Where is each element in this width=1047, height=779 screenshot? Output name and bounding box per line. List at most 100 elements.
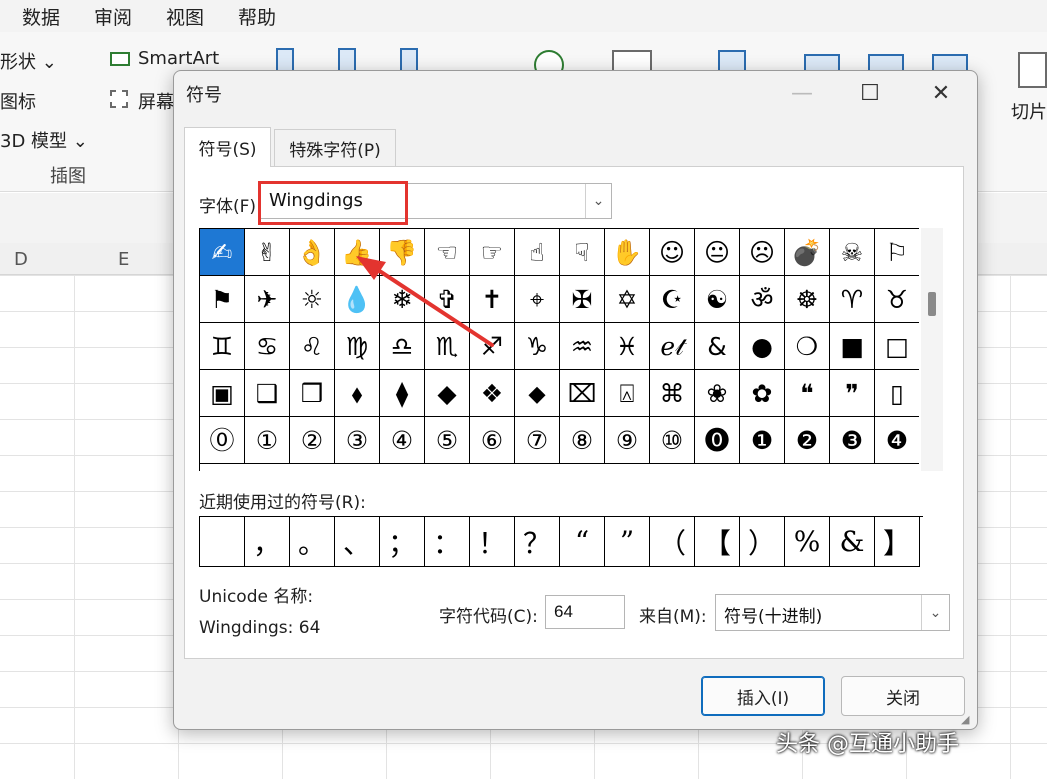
symbol-cell[interactable]: ♊ bbox=[200, 323, 245, 370]
menu-view[interactable]: 视图 bbox=[166, 3, 204, 30]
recent-symbol-cell[interactable]: ： bbox=[425, 517, 470, 567]
symbol-cell[interactable]: ⍓ bbox=[605, 370, 650, 417]
scrollbar-thumb[interactable] bbox=[928, 292, 936, 316]
symbol-cell[interactable]: ☠ bbox=[830, 229, 875, 276]
menu-data[interactable]: 数据 bbox=[22, 3, 60, 30]
symbol-cell[interactable]: ☞ bbox=[470, 229, 515, 276]
insert-button[interactable]: 插入(I) bbox=[701, 676, 825, 716]
column-d-header[interactable]: D bbox=[14, 249, 28, 270]
recent-symbol-cell[interactable]: & bbox=[830, 517, 875, 567]
tab-special-characters[interactable]: 特殊字符(P) bbox=[274, 129, 396, 167]
symbol-cell[interactable]: ♒ bbox=[560, 323, 605, 370]
symbol-cell[interactable]: ॐ bbox=[740, 276, 785, 323]
recent-symbol-cell[interactable]: ， bbox=[245, 517, 290, 567]
close-button[interactable]: 关闭 bbox=[841, 676, 965, 716]
symbol-cell[interactable]: 👎 bbox=[380, 229, 425, 276]
recent-symbol-cell[interactable] bbox=[200, 517, 245, 567]
symbol-cell[interactable]: ▣ bbox=[200, 370, 245, 417]
ribbon-shapes[interactable]: 形状 ⌄ bbox=[0, 48, 57, 74]
recent-symbol-cell[interactable]: “ bbox=[560, 517, 605, 567]
symbol-grid-scrollbar[interactable] bbox=[921, 228, 943, 471]
symbol-cell[interactable]: 💣 bbox=[785, 229, 830, 276]
symbol-cell[interactable]: ❝ bbox=[785, 370, 830, 417]
symbol-cell[interactable]: ✿ bbox=[740, 370, 785, 417]
symbol-cell[interactable]: ✌ bbox=[245, 229, 290, 276]
recent-symbol-cell[interactable]: 】 bbox=[875, 517, 920, 567]
symbol-cell[interactable]: ⌧ bbox=[560, 370, 605, 417]
symbol-cell[interactable]: ③ bbox=[335, 417, 380, 464]
symbol-cell[interactable]: ▯ bbox=[875, 370, 919, 417]
symbol-cell[interactable]: ♑ bbox=[515, 323, 560, 370]
symbol-cell[interactable]: ⌖ bbox=[515, 276, 560, 323]
symbol-cell[interactable]: ⬥ bbox=[515, 370, 560, 417]
recent-symbol-cell[interactable]: 。 bbox=[290, 517, 335, 567]
ribbon-icons[interactable]: 图标 bbox=[0, 88, 36, 114]
ribbon-3d-model[interactable]: 3D 模型 ⌄ bbox=[0, 127, 88, 153]
symbol-cell[interactable]: ❖ bbox=[470, 370, 515, 417]
symbol-cell[interactable]: ◆ bbox=[425, 370, 470, 417]
symbol-cell[interactable]: ❷ bbox=[785, 417, 830, 464]
symbol-cell[interactable]: ☼ bbox=[290, 276, 335, 323]
symbol-cell[interactable]: ❞ bbox=[830, 370, 875, 417]
symbol-cell[interactable]: ⑥ bbox=[470, 417, 515, 464]
symbol-cell[interactable]: ♉ bbox=[875, 276, 919, 323]
from-select[interactable]: 符号(十进制) ⌄ bbox=[715, 594, 950, 631]
symbol-cell[interactable]: ♈ bbox=[830, 276, 875, 323]
symbol-cell[interactable]: 👌 bbox=[290, 229, 335, 276]
recent-symbol-cell[interactable]: ！ bbox=[470, 517, 515, 567]
symbol-cell[interactable]: 😐 bbox=[695, 229, 740, 276]
symbol-cell[interactable]: ⑤ bbox=[425, 417, 470, 464]
symbol-cell[interactable]: ✠ bbox=[560, 276, 605, 323]
symbol-cell[interactable]: ① bbox=[245, 417, 290, 464]
symbol-cell[interactable]: ⧫ bbox=[380, 370, 425, 417]
symbol-cell[interactable]: ☟ bbox=[560, 229, 605, 276]
symbol-cell[interactable]: ⑧ bbox=[560, 417, 605, 464]
symbol-cell[interactable]: ⓿ bbox=[695, 417, 740, 464]
recent-symbol-cell[interactable]: ？ bbox=[515, 517, 560, 567]
recent-symbols-grid[interactable]: ，。、；：！？ “” （【）% &】 bbox=[199, 516, 923, 567]
symbol-cell[interactable]: ④ bbox=[380, 417, 425, 464]
menu-help[interactable]: 帮助 bbox=[238, 3, 276, 30]
symbol-cell[interactable]: ♍ bbox=[335, 323, 380, 370]
symbol-cell[interactable]: ❍ bbox=[785, 323, 830, 370]
symbol-cell[interactable]: ■ bbox=[830, 323, 875, 370]
symbol-cell[interactable]: ⑦ bbox=[515, 417, 560, 464]
symbol-cell[interactable]: ☜ bbox=[425, 229, 470, 276]
symbol-cell[interactable]: ⑨ bbox=[605, 417, 650, 464]
ribbon-smartart[interactable]: SmartArt bbox=[138, 48, 219, 69]
symbol-cell[interactable]: ♐ bbox=[470, 323, 515, 370]
ribbon-screenshot[interactable]: 屏幕 bbox=[138, 88, 174, 114]
symbol-cell[interactable]: ☺ bbox=[650, 229, 695, 276]
symbol-cell[interactable]: ♌ bbox=[290, 323, 335, 370]
symbol-cell[interactable]: ⌘ bbox=[650, 370, 695, 417]
symbol-cell[interactable]: ☪ bbox=[650, 276, 695, 323]
symbol-cell[interactable]: ⑩ bbox=[650, 417, 695, 464]
symbol-cell[interactable]: ☸ bbox=[785, 276, 830, 323]
symbol-cell[interactable]: ❀ bbox=[695, 370, 740, 417]
symbol-cell[interactable]: ☹ bbox=[740, 229, 785, 276]
symbol-cell[interactable]: ❄ bbox=[380, 276, 425, 323]
char-code-input[interactable] bbox=[545, 595, 625, 629]
symbol-grid[interactable]: ✍ ✌ 👌 👍 👎 ☜ ☞ ☝ ☟ ✋ ☺ 😐 ☹ 💣 ☠ ⚐ ⚑ ✈ ☼ 💧 ❄ ✞ ✝ ⌖ ✠ ✡ ☪ ☯ ॐ ☸ ♈ ♉ ♊ ♋ ♌ ♍ ♎ ♏ ♐ ♑… bbox=[199, 228, 919, 471]
recent-symbol-cell[interactable]: 【 bbox=[695, 517, 740, 567]
chevron-down-icon[interactable]: ⌄ bbox=[921, 595, 949, 630]
tab-symbols[interactable]: 符号(S) bbox=[184, 127, 271, 167]
recent-symbol-cell[interactable]: ） bbox=[740, 517, 785, 567]
symbol-cell[interactable]: ❸ bbox=[830, 417, 875, 464]
symbol-cell[interactable]: ♋ bbox=[245, 323, 290, 370]
symbol-cell[interactable]: ♏ bbox=[425, 323, 470, 370]
resize-grip-icon[interactable]: ◢ bbox=[961, 713, 975, 727]
symbol-cell[interactable]: ⚑ bbox=[200, 276, 245, 323]
symbol-cell[interactable]: ❶ bbox=[740, 417, 785, 464]
symbol-cell[interactable]: ② bbox=[290, 417, 335, 464]
column-e-header[interactable]: E bbox=[118, 249, 129, 270]
symbol-cell[interactable]: & bbox=[695, 323, 740, 370]
symbol-cell[interactable]: ✍ bbox=[200, 229, 245, 276]
symbol-cell[interactable]: ☯ bbox=[695, 276, 740, 323]
recent-symbol-cell[interactable]: ” bbox=[605, 517, 650, 567]
symbol-cell[interactable]: ✋ bbox=[605, 229, 650, 276]
symbol-cell[interactable]: ♓ bbox=[605, 323, 650, 370]
symbol-cell[interactable]: ❑ bbox=[245, 370, 290, 417]
recent-symbol-cell[interactable]: （ bbox=[650, 517, 695, 567]
symbol-cell[interactable]: ⬧ bbox=[335, 370, 380, 417]
